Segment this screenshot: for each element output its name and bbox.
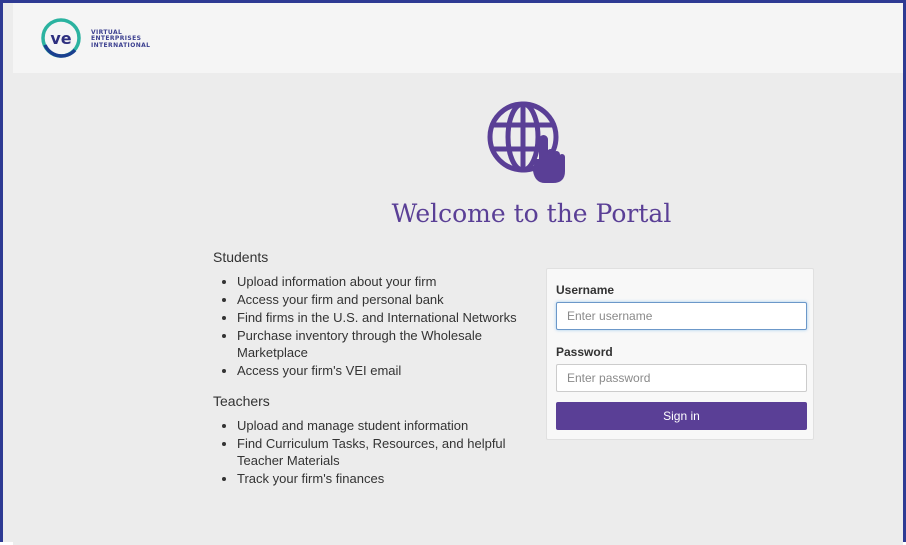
teachers-list: Upload and manage student information Fi… [213,417,533,487]
sign-in-button[interactable]: Sign in [556,402,807,430]
logo-wordmark: VIRTUAL ENTERPRISES INTERNATIONAL [91,29,151,49]
teachers-heading: Teachers [213,393,270,409]
list-item: Upload information about your firm [237,273,533,290]
site-header: ve VIRTUAL ENTERPRISES INTERNATIONAL [13,3,903,73]
svg-text:ve: ve [50,29,71,48]
list-item: Upload and manage student information [237,417,533,434]
browser-frame: ve VIRTUAL ENTERPRISES INTERNATIONAL Wel… [0,0,906,545]
login-card: Username Password Sign in [546,268,814,440]
list-item: Access your firm and personal bank [237,291,533,308]
list-item: Purchase inventory through the Wholesale… [237,327,533,361]
list-item: Find firms in the U.S. and International… [237,309,533,326]
username-label: Username [556,283,615,297]
list-item: Access your firm's VEI email [237,362,533,379]
students-heading: Students [213,249,269,265]
list-item: Track your firm's finances [237,470,533,487]
page-title: Welcome to the Portal [391,199,672,228]
portal-info: Students Upload information about your f… [213,249,533,501]
portal-main: Welcome to the Portal Students Upload in… [13,73,903,545]
vei-logo[interactable]: ve VIRTUAL ENTERPRISES INTERNATIONAL [41,17,201,61]
globe-hand-icon [487,101,565,183]
password-label: Password [556,345,613,359]
logo-line: INTERNATIONAL [91,41,151,49]
password-input[interactable] [556,364,807,392]
students-list: Upload information about your firm Acces… [213,273,533,379]
ve-logo-icon: ve [41,18,81,58]
username-input[interactable] [556,302,807,330]
list-item: Find Curriculum Tasks, Resources, and he… [237,435,533,469]
